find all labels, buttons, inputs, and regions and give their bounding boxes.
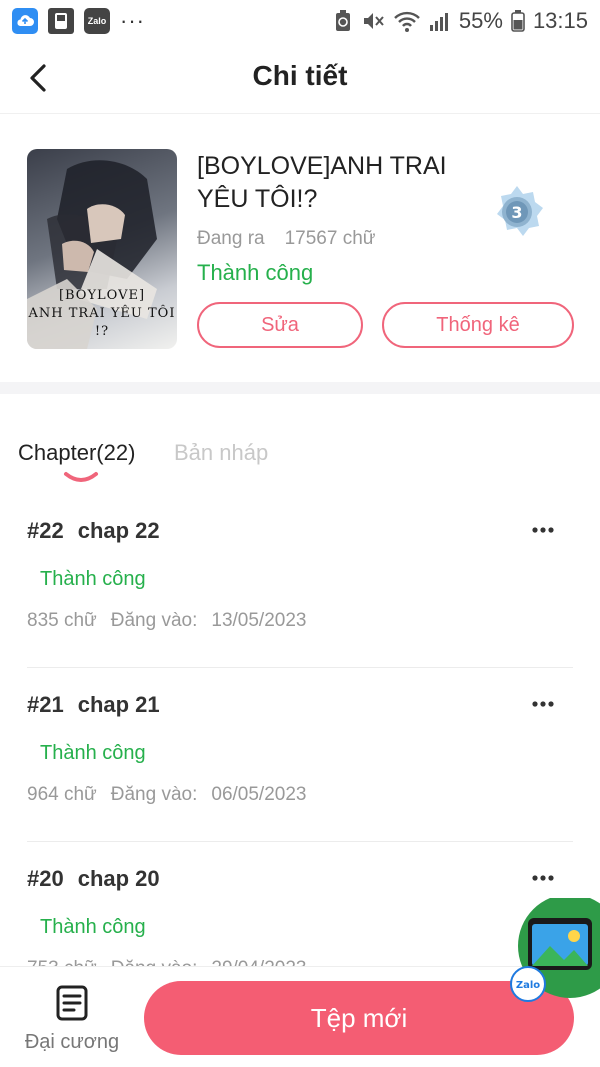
chapter-number: #21 — [27, 692, 64, 717]
chapter-number: #20 — [27, 866, 64, 891]
chapter-date: 06/05/2023 — [211, 784, 307, 805]
wifi-icon — [394, 11, 420, 32]
outline-label: Đại cương — [24, 1031, 120, 1053]
outline-button[interactable]: Đại cương — [22, 985, 122, 1055]
chapter-number: #22 — [27, 518, 64, 543]
gallery-icon: Zalo — [510, 894, 600, 1002]
app-header: Chi tiết — [0, 42, 600, 114]
zalo-icon: Zalo — [84, 8, 110, 34]
stats-button[interactable]: Thống kê — [382, 302, 574, 348]
status-bar-left: Zalo ··· — [12, 8, 145, 34]
cloud-icon — [12, 8, 38, 34]
chapter-row[interactable]: #22 chap 22 Thành công 835 chữ Đăng vào:… — [27, 494, 573, 668]
active-tab-indicator — [64, 472, 98, 482]
story-status: Thành công — [197, 260, 314, 285]
story-info-card: [BOYLOVE] ANH TRAI YÊU TÔI !? [BOYLOVE]A… — [0, 114, 600, 382]
chapter-name: chap 20 — [77, 866, 160, 891]
battery-percent: 55% — [458, 8, 503, 33]
cover-line-1: [BOYLOVE] — [58, 288, 146, 303]
zalo-floating-bubble[interactable]: Zalo — [508, 894, 600, 1002]
chapter-posted-label: Đăng vào: — [110, 610, 198, 631]
status-bar-right: 55% 13:15 — [333, 8, 588, 34]
battery-icon — [511, 10, 525, 32]
tab-chapters[interactable]: Chapter(22) — [18, 440, 135, 466]
bookmark-icon — [48, 8, 74, 34]
chapter-title: #22 chap 22 — [27, 518, 160, 544]
tab-bar: Chapter(22) Bản nháp — [0, 394, 600, 494]
mute-icon — [363, 13, 384, 29]
status-bar: Zalo ··· 55% 13:15 — [0, 0, 600, 42]
recycle-battery-saver-icon — [335, 10, 350, 31]
chapter-status: Thành công — [40, 742, 146, 764]
badge-level-text: 3 — [511, 203, 522, 222]
story-title: [BOYLOVE]ANH TRAI YÊU TÔI!? — [197, 152, 447, 213]
document-icon — [56, 985, 88, 1021]
edit-button[interactable]: Sửa — [197, 302, 363, 348]
page-title: Chi tiết — [252, 60, 348, 91]
more-options-icon[interactable] — [531, 874, 555, 882]
cover-line-2: ANH TRAI YÊU TÔI !? — [28, 306, 176, 339]
more-options-icon[interactable] — [531, 700, 555, 708]
more-notifications-icon: ··· — [120, 8, 145, 33]
chapter-name: chap 22 — [77, 518, 160, 543]
level-badge-icon: 3 — [497, 186, 543, 236]
zalo-small-label: Zalo — [87, 16, 107, 26]
publish-state: Đang ra — [197, 228, 265, 249]
more-options-icon[interactable] — [531, 526, 555, 534]
chapter-status: Thành công — [40, 568, 146, 590]
chapter-row[interactable]: #21 chap 21 Thành công 964 chữ Đăng vào:… — [27, 668, 573, 842]
chapter-title: #21 chap 21 — [27, 692, 160, 718]
word-count: 17567 chữ — [284, 228, 376, 249]
tab-drafts[interactable]: Bản nháp — [174, 440, 268, 466]
chapter-date: 13/05/2023 — [211, 610, 307, 631]
cover-title-text: [BOYLOVE] ANH TRAI YÊU TÔI !? — [27, 287, 177, 341]
chapter-words: 964 chữ — [27, 784, 97, 805]
story-cover-image[interactable]: [BOYLOVE] ANH TRAI YÊU TÔI !? — [27, 149, 177, 349]
chapter-name: chap 21 — [77, 692, 160, 717]
zalo-bubble-label: Zalo — [516, 980, 540, 991]
section-divider — [0, 382, 600, 394]
chapter-meta: 964 chữ Đăng vào: 06/05/2023 — [27, 784, 306, 806]
chapter-status: Thành công — [40, 916, 146, 938]
clock: 13:15 — [532, 8, 588, 33]
signal-icon — [429, 13, 448, 31]
chapter-posted-label: Đăng vào: — [110, 784, 198, 805]
chapter-title: #20 chap 20 — [27, 866, 160, 892]
story-meta: Đang ra 17567 chữ — [197, 228, 376, 250]
chapter-words: 835 chữ — [27, 610, 97, 631]
chapter-meta: 835 chữ Đăng vào: 13/05/2023 — [27, 610, 306, 632]
